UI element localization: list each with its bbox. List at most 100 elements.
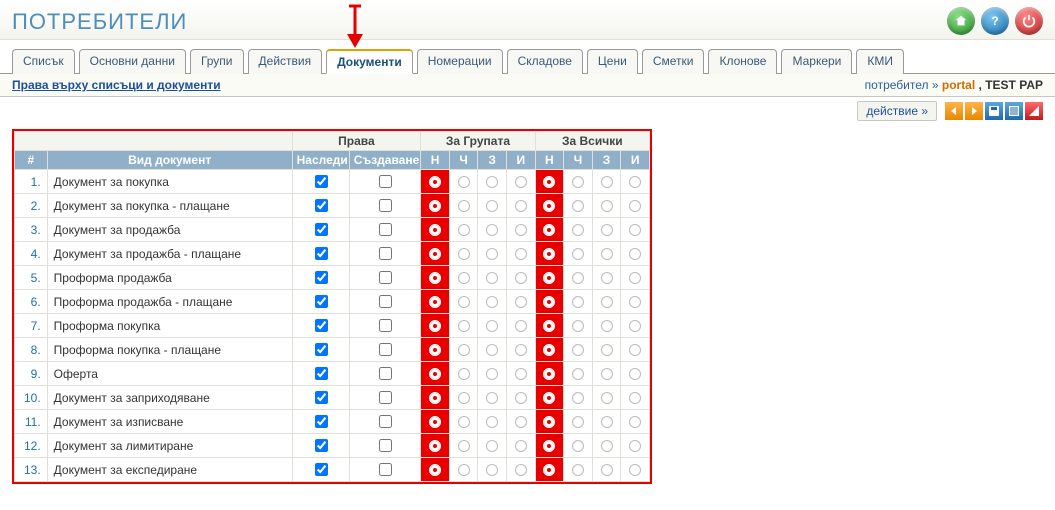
radio-cell[interactable] (478, 170, 507, 194)
radio-cell[interactable] (621, 170, 650, 194)
radio-cell[interactable] (478, 218, 507, 242)
inherit-checkbox[interactable] (315, 415, 328, 428)
radio-cell[interactable] (592, 290, 621, 314)
radio-cell[interactable] (449, 338, 478, 362)
inherit-checkbox[interactable] (315, 343, 328, 356)
radio-cell[interactable] (449, 314, 478, 338)
radio-cell[interactable] (535, 314, 564, 338)
inherit-cell[interactable] (292, 434, 349, 458)
radio-cell[interactable] (564, 266, 593, 290)
radio-cell[interactable] (449, 362, 478, 386)
create-checkbox[interactable] (379, 343, 392, 356)
radio-cell[interactable] (449, 266, 478, 290)
tab-4[interactable]: Документи (326, 49, 413, 74)
radio-cell[interactable] (449, 218, 478, 242)
tab-2[interactable]: Групи (190, 49, 244, 74)
inherit-cell[interactable] (292, 314, 349, 338)
radio-cell[interactable] (506, 338, 535, 362)
radio-cell[interactable] (421, 218, 450, 242)
tab-11[interactable]: КМИ (856, 49, 904, 74)
radio-cell[interactable] (421, 290, 450, 314)
inherit-cell[interactable] (292, 242, 349, 266)
create-checkbox[interactable] (379, 391, 392, 404)
radio-cell[interactable] (478, 362, 507, 386)
create-cell[interactable] (349, 266, 420, 290)
radio-cell[interactable] (621, 218, 650, 242)
radio-cell[interactable] (592, 266, 621, 290)
radio-cell[interactable] (449, 194, 478, 218)
radio-cell[interactable] (592, 458, 621, 482)
radio-cell[interactable] (421, 458, 450, 482)
radio-cell[interactable] (564, 386, 593, 410)
radio-cell[interactable] (449, 386, 478, 410)
radio-cell[interactable] (535, 170, 564, 194)
radio-cell[interactable] (506, 434, 535, 458)
radio-cell[interactable] (421, 386, 450, 410)
create-cell[interactable] (349, 170, 420, 194)
radio-cell[interactable] (478, 386, 507, 410)
create-cell[interactable] (349, 338, 420, 362)
prev-button[interactable] (945, 102, 963, 120)
inherit-cell[interactable] (292, 266, 349, 290)
create-cell[interactable] (349, 242, 420, 266)
inherit-cell[interactable] (292, 218, 349, 242)
inherit-checkbox[interactable] (315, 391, 328, 404)
radio-cell[interactable] (478, 434, 507, 458)
inherit-checkbox[interactable] (315, 295, 328, 308)
radio-cell[interactable] (621, 362, 650, 386)
create-checkbox[interactable] (379, 295, 392, 308)
radio-cell[interactable] (592, 194, 621, 218)
radio-cell[interactable] (535, 242, 564, 266)
radio-cell[interactable] (449, 434, 478, 458)
radio-cell[interactable] (478, 266, 507, 290)
action-dropdown[interactable]: действие » (857, 101, 937, 121)
radio-cell[interactable] (449, 458, 478, 482)
inherit-cell[interactable] (292, 386, 349, 410)
inherit-cell[interactable] (292, 410, 349, 434)
tab-10[interactable]: Маркери (781, 49, 852, 74)
radio-cell[interactable] (592, 170, 621, 194)
create-checkbox[interactable] (379, 199, 392, 212)
radio-cell[interactable] (564, 362, 593, 386)
radio-cell[interactable] (621, 410, 650, 434)
inherit-checkbox[interactable] (315, 223, 328, 236)
radio-cell[interactable] (564, 458, 593, 482)
inherit-cell[interactable] (292, 170, 349, 194)
radio-cell[interactable] (421, 410, 450, 434)
create-checkbox[interactable] (379, 367, 392, 380)
radio-cell[interactable] (592, 338, 621, 362)
radio-cell[interactable] (449, 290, 478, 314)
radio-cell[interactable] (592, 386, 621, 410)
create-cell[interactable] (349, 218, 420, 242)
radio-cell[interactable] (592, 410, 621, 434)
radio-cell[interactable] (421, 194, 450, 218)
radio-cell[interactable] (535, 410, 564, 434)
tab-6[interactable]: Складове (507, 49, 583, 74)
tab-9[interactable]: Клонове (708, 49, 777, 74)
radio-cell[interactable] (478, 410, 507, 434)
inherit-cell[interactable] (292, 458, 349, 482)
radio-cell[interactable] (535, 458, 564, 482)
radio-cell[interactable] (535, 266, 564, 290)
tab-0[interactable]: Списък (12, 49, 75, 74)
inherit-checkbox[interactable] (315, 175, 328, 188)
create-cell[interactable] (349, 434, 420, 458)
radio-cell[interactable] (535, 362, 564, 386)
radio-cell[interactable] (621, 290, 650, 314)
radio-cell[interactable] (421, 362, 450, 386)
radio-cell[interactable] (506, 386, 535, 410)
tab-5[interactable]: Номерации (417, 49, 503, 74)
create-checkbox[interactable] (379, 175, 392, 188)
tab-3[interactable]: Действия (248, 49, 323, 74)
radio-cell[interactable] (535, 434, 564, 458)
radio-cell[interactable] (592, 362, 621, 386)
radio-cell[interactable] (535, 290, 564, 314)
radio-cell[interactable] (564, 170, 593, 194)
radio-cell[interactable] (564, 338, 593, 362)
help-icon[interactable]: ? (981, 7, 1009, 35)
radio-cell[interactable] (564, 410, 593, 434)
power-icon[interactable] (1015, 7, 1043, 35)
inherit-cell[interactable] (292, 194, 349, 218)
inherit-checkbox[interactable] (315, 247, 328, 260)
save-button[interactable] (985, 102, 1003, 120)
